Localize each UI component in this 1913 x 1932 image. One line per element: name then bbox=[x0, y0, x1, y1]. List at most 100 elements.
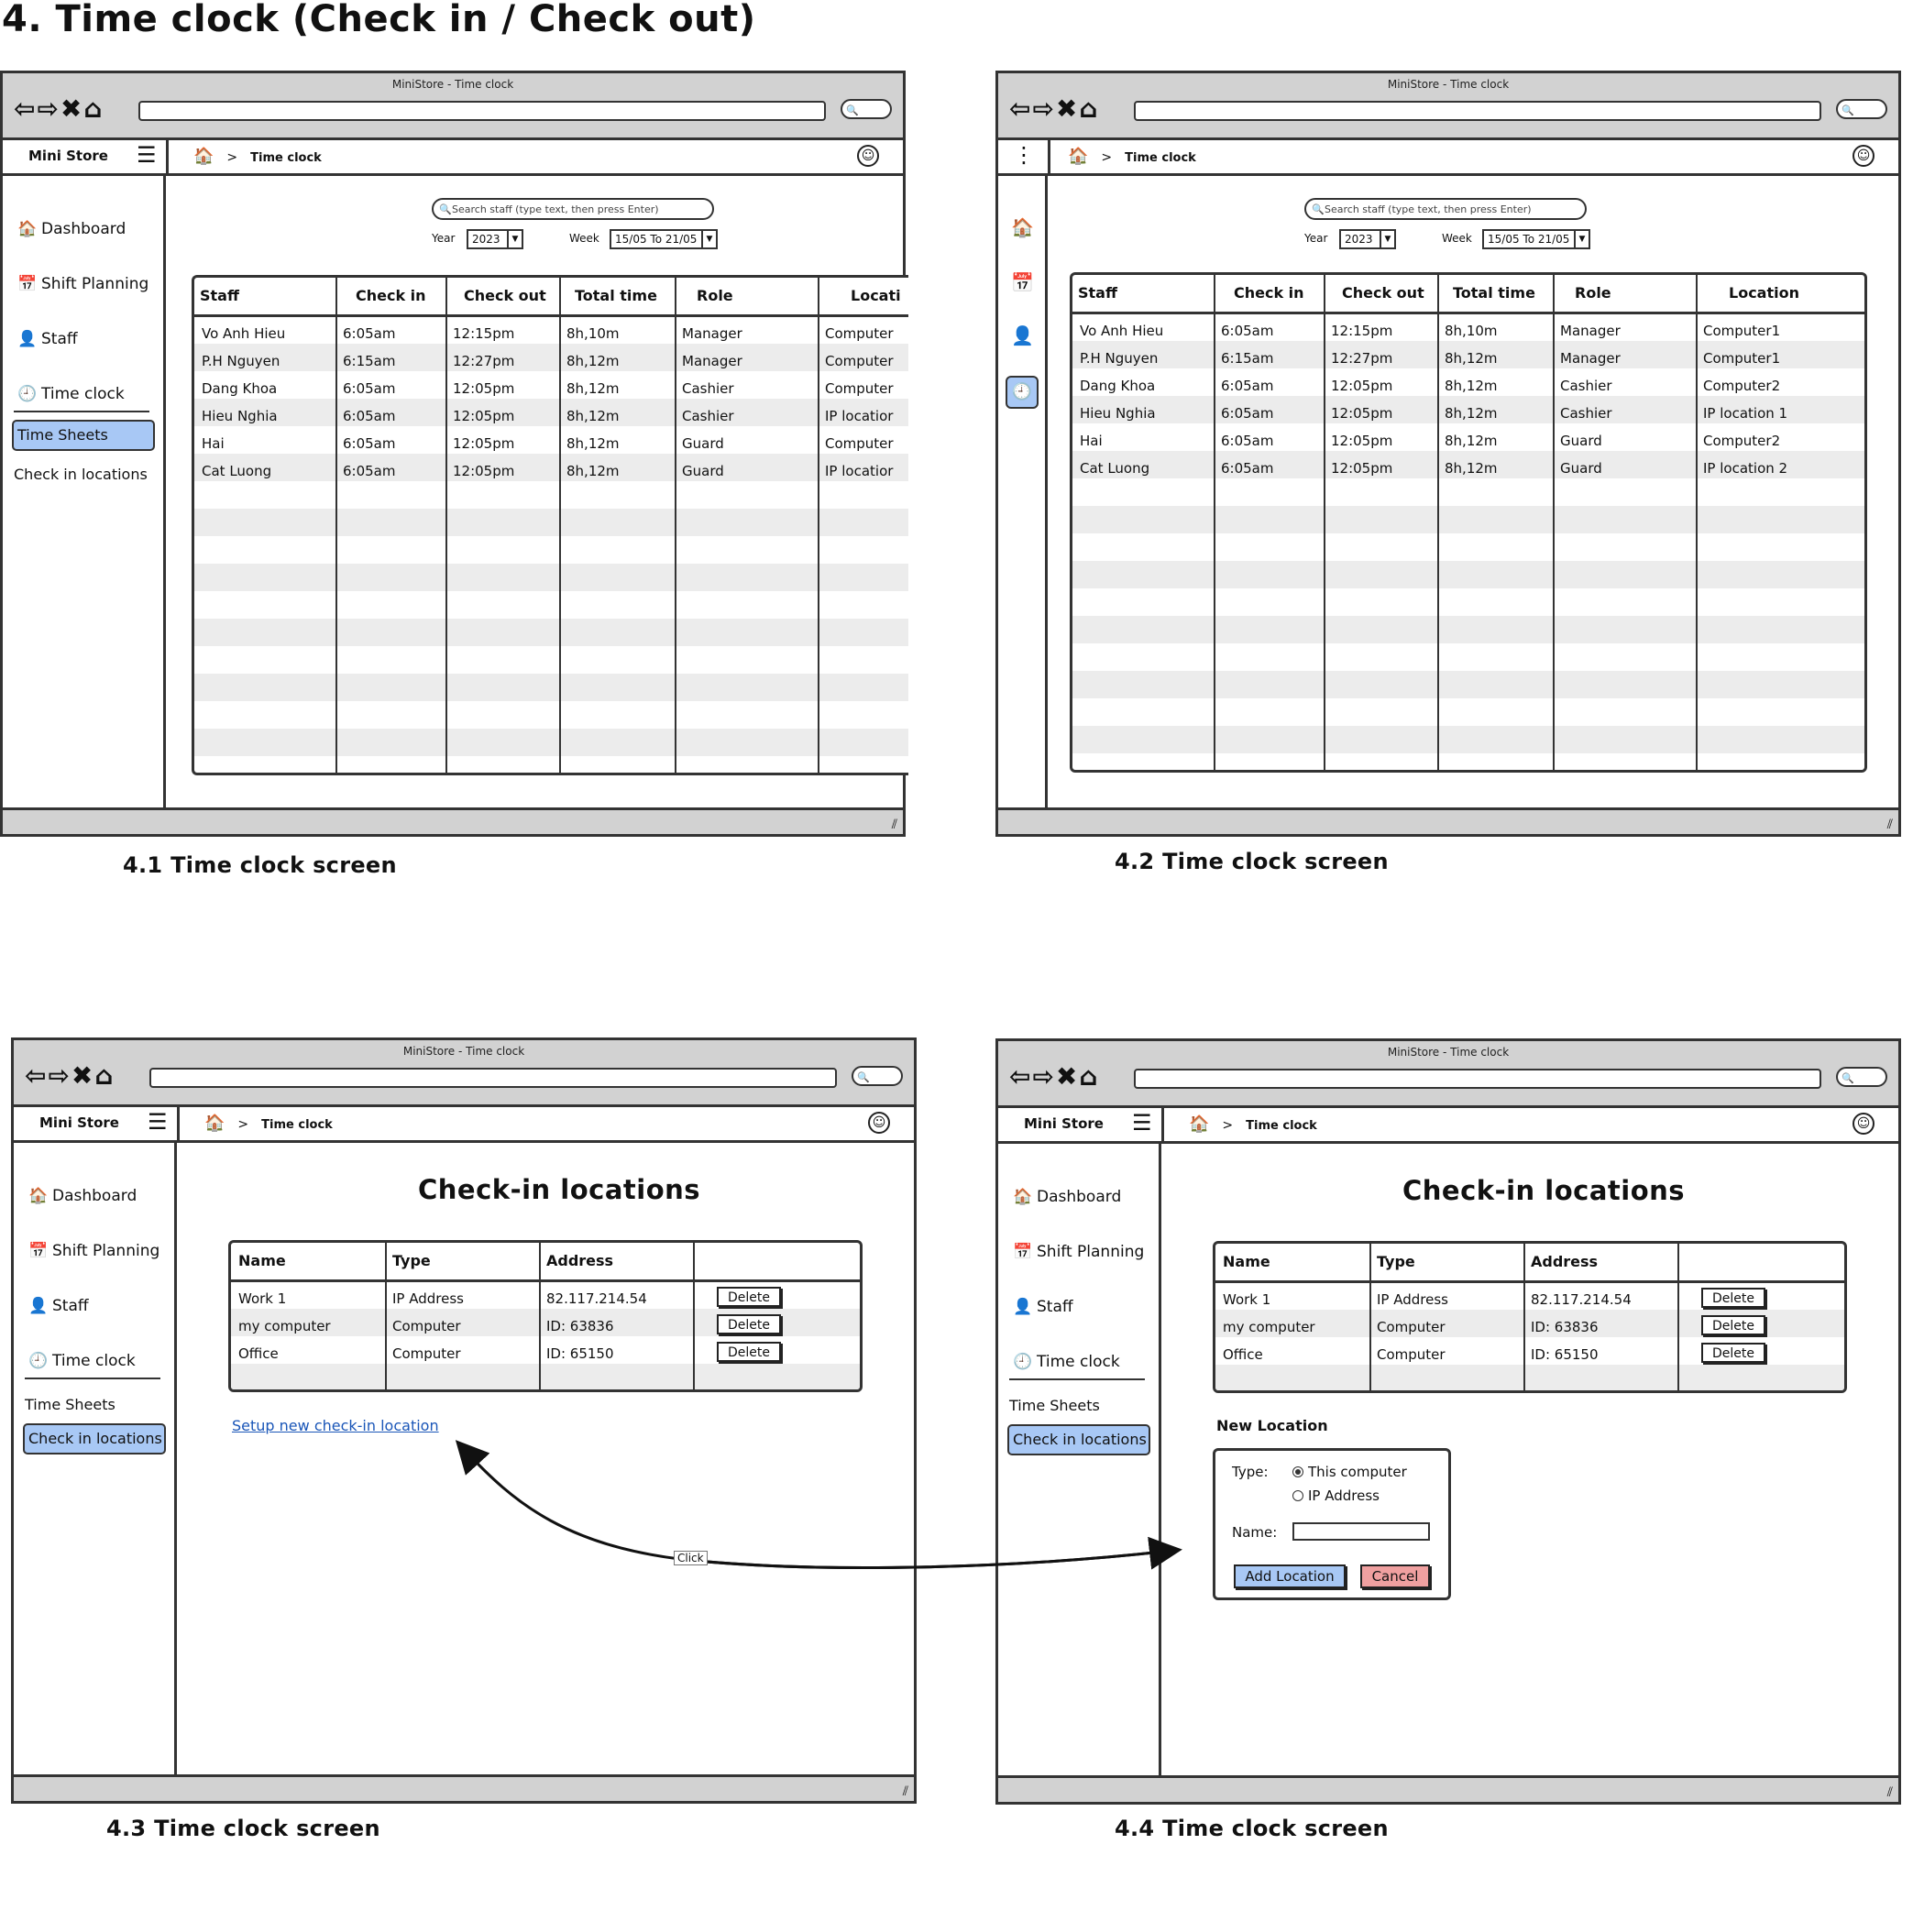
user-icon[interactable]: 👤 bbox=[1011, 324, 1034, 346]
browser-search-icon[interactable]: 🔍 bbox=[1836, 99, 1887, 119]
home-icon[interactable]: 🏠 bbox=[1011, 216, 1034, 238]
browser-nav-icons[interactable]: ⇦⇨✖⌂ bbox=[1009, 93, 1099, 124]
brand-name: Mini Store bbox=[1024, 1115, 1104, 1132]
delete-button[interactable]: Delete bbox=[717, 1314, 781, 1334]
table-cell: Manager bbox=[682, 353, 742, 369]
sidebar-item-staff[interactable]: 👤 Staff bbox=[17, 330, 78, 348]
delete-button[interactable]: Delete bbox=[717, 1287, 781, 1307]
home-icon[interactable]: 🏠 bbox=[1189, 1114, 1209, 1134]
column-header[interactable]: Location bbox=[1729, 284, 1799, 302]
clock-icon[interactable]: 🕘 bbox=[1006, 376, 1039, 409]
kebab-menu-icon[interactable]: ⋮ bbox=[1013, 142, 1035, 168]
year-select[interactable]: 2023 ▼ bbox=[467, 229, 523, 249]
resize-grip-icon[interactable]: ⫽ bbox=[892, 818, 897, 832]
sidebar-item-dashboard[interactable]: 🏠 Dashboard bbox=[17, 220, 126, 238]
column-header[interactable]: Staff bbox=[200, 287, 239, 304]
sidebar-item-time-clock[interactable]: 🕘 Time clock bbox=[28, 1352, 136, 1370]
sidebar-item-time-sheets[interactable]: Time Sheets bbox=[12, 420, 155, 451]
menu-icon[interactable]: ☰ bbox=[148, 1109, 168, 1135]
home-icon[interactable]: 🏠 bbox=[204, 1114, 225, 1133]
radio-ip-address[interactable]: IP Address bbox=[1292, 1487, 1380, 1504]
staff-search-input[interactable]: 🔍 Search staff (type text, then press Ent… bbox=[1304, 198, 1587, 220]
column-header[interactable]: Check in bbox=[1234, 284, 1304, 302]
sidebar-item-time-sheets[interactable]: Time Sheets bbox=[25, 1396, 115, 1413]
url-bar[interactable] bbox=[138, 101, 826, 121]
sidebar-item-check-in-locations[interactable]: Check in locations bbox=[23, 1423, 166, 1454]
url-bar[interactable] bbox=[149, 1068, 837, 1088]
table-cell: Dang Khoa bbox=[202, 380, 278, 397]
column-header[interactable]: Role bbox=[697, 287, 733, 304]
sidebar-item-label: Dashboard bbox=[52, 1187, 137, 1205]
setup-location-link[interactable]: Setup new check-in location bbox=[232, 1417, 439, 1434]
browser-nav-icons[interactable]: ⇦⇨✖⌂ bbox=[25, 1060, 115, 1091]
delete-button[interactable]: Delete bbox=[1701, 1315, 1765, 1335]
browser-search-icon[interactable]: 🔍 bbox=[841, 99, 892, 119]
home-icon[interactable]: 🏠 bbox=[193, 147, 214, 166]
table-cell: Work 1 bbox=[238, 1290, 287, 1307]
column-header[interactable]: Name bbox=[238, 1252, 286, 1269]
browser-nav-icons[interactable]: ⇦⇨✖⌂ bbox=[1009, 1061, 1099, 1092]
sidebar-item-dashboard[interactable]: 🏠 Dashboard bbox=[28, 1187, 137, 1205]
year-select[interactable]: 2023 ▼ bbox=[1339, 229, 1396, 249]
add-location-button[interactable]: Add Location bbox=[1234, 1564, 1346, 1588]
column-header[interactable]: Total time bbox=[1453, 284, 1535, 302]
resize-grip-icon[interactable]: ⫽ bbox=[1887, 1785, 1893, 1800]
column-header[interactable]: Total time bbox=[575, 287, 657, 304]
column-header[interactable]: Address bbox=[546, 1252, 613, 1269]
table-cell: Office bbox=[1223, 1346, 1263, 1363]
cancel-button[interactable]: Cancel bbox=[1360, 1564, 1430, 1588]
column-header[interactable]: Staff bbox=[1078, 284, 1117, 302]
column-header[interactable]: Type bbox=[1377, 1253, 1415, 1270]
week-select[interactable]: 15/05 To 21/05 ▼ bbox=[610, 229, 718, 249]
column-header[interactable]: Name bbox=[1223, 1253, 1270, 1270]
sidebar-item-time-clock[interactable]: 🕘 Time clock bbox=[17, 385, 125, 403]
sidebar-item-shift-planning[interactable]: 📅 Shift Planning bbox=[1013, 1243, 1144, 1261]
delete-button[interactable]: Delete bbox=[717, 1342, 781, 1362]
column-divider bbox=[1696, 275, 1698, 770]
sidebar-item-check-in-locations[interactable]: Check in locations bbox=[14, 466, 148, 483]
user-avatar-icon[interactable]: ☺ bbox=[1853, 145, 1875, 167]
column-header[interactable]: Address bbox=[1531, 1253, 1598, 1270]
home-icon[interactable]: 🏠 bbox=[1068, 147, 1088, 166]
menu-icon[interactable]: ☰ bbox=[137, 142, 157, 168]
name-input[interactable] bbox=[1292, 1522, 1430, 1541]
sidebar-item-staff[interactable]: 👤 Staff bbox=[1013, 1298, 1073, 1316]
url-bar[interactable] bbox=[1134, 1069, 1821, 1089]
user-avatar-icon[interactable]: ☺ bbox=[868, 1112, 890, 1134]
browser-search-icon[interactable]: 🔍 bbox=[1836, 1067, 1887, 1087]
staff-search-input[interactable]: 🔍 Search staff (type text, then press Ent… bbox=[432, 198, 714, 220]
clock-icon: 🕘 bbox=[28, 1352, 49, 1370]
resize-grip-icon[interactable]: ⫽ bbox=[903, 1784, 908, 1799]
menu-icon[interactable]: ☰ bbox=[1132, 1110, 1152, 1136]
column-header[interactable]: Check out bbox=[464, 287, 546, 304]
user-avatar-icon[interactable]: ☺ bbox=[857, 145, 879, 167]
sidebar-item-shift-planning[interactable]: 📅 Shift Planning bbox=[28, 1242, 159, 1260]
sidebar-item-shift-planning[interactable]: 📅 Shift Planning bbox=[17, 275, 148, 293]
column-header[interactable]: Check in bbox=[356, 287, 426, 304]
app-bar: Mini Store ☰ 🏠 > Time clock ☺ bbox=[998, 1108, 1898, 1144]
user-avatar-icon[interactable]: ☺ bbox=[1853, 1113, 1875, 1135]
sidebar-item-time-sheets[interactable]: Time Sheets bbox=[1009, 1397, 1100, 1414]
column-header[interactable]: Check out bbox=[1342, 284, 1424, 302]
sidebar-item-time-clock[interactable]: 🕘 Time clock bbox=[1013, 1353, 1120, 1371]
browser-nav-icons[interactable]: ⇦⇨✖⌂ bbox=[14, 93, 104, 124]
calendar-icon[interactable]: 📅 bbox=[1011, 271, 1034, 293]
radio-this-computer[interactable]: This computer bbox=[1292, 1464, 1407, 1480]
url-bar[interactable] bbox=[1134, 101, 1821, 121]
clock-icon: 🕘 bbox=[1013, 1353, 1033, 1371]
column-divider bbox=[385, 1243, 387, 1389]
sidebar-item-staff[interactable]: 👤 Staff bbox=[28, 1297, 89, 1315]
radio-label: This computer bbox=[1308, 1464, 1407, 1480]
column-header[interactable]: Locati bbox=[851, 287, 901, 304]
delete-button[interactable]: Delete bbox=[1701, 1288, 1765, 1308]
column-header[interactable]: Role bbox=[1575, 284, 1611, 302]
week-select[interactable]: 15/05 To 21/05 ▼ bbox=[1482, 229, 1590, 249]
delete-button[interactable]: Delete bbox=[1701, 1343, 1765, 1363]
browser-search-icon[interactable]: 🔍 bbox=[852, 1066, 903, 1086]
column-header[interactable]: Type bbox=[392, 1252, 431, 1269]
sidebar-item-check-in-locations[interactable]: Check in locations bbox=[1007, 1424, 1150, 1455]
breadcrumb-current: Time clock bbox=[1246, 1119, 1317, 1133]
sidebar-item-dashboard[interactable]: 🏠 Dashboard bbox=[1013, 1188, 1121, 1206]
resize-grip-icon[interactable]: ⫽ bbox=[1887, 818, 1893, 832]
table-cell: ID: 63836 bbox=[1531, 1319, 1599, 1335]
